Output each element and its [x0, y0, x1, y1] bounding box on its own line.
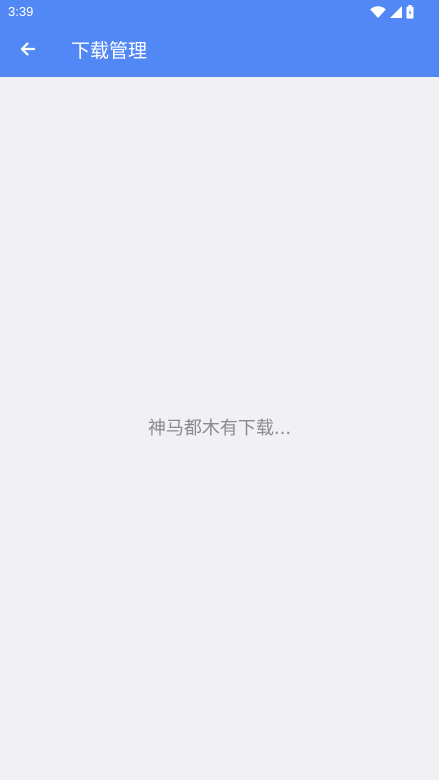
arrow-left-icon — [18, 39, 38, 63]
top-bar: 3:39 下载管理 — [0, 0, 439, 77]
back-button[interactable] — [9, 32, 47, 70]
app-bar: 下载管理 — [0, 25, 439, 77]
empty-download-message: 神马都木有下载... — [147, 418, 292, 439]
wifi-icon — [370, 5, 386, 19]
page-title: 下载管理 — [71, 40, 148, 62]
status-bar: 3:39 — [0, 0, 439, 25]
status-time: 3:39 — [8, 4, 34, 19]
signal-icon — [390, 6, 402, 18]
battery-icon — [406, 5, 414, 19]
download-list-empty-state: 神马都木有下载... — [0, 77, 439, 780]
download-manager-screen: 3:39 下载管理 神马都木有下载... — [0, 0, 439, 780]
status-icons — [370, 5, 414, 19]
